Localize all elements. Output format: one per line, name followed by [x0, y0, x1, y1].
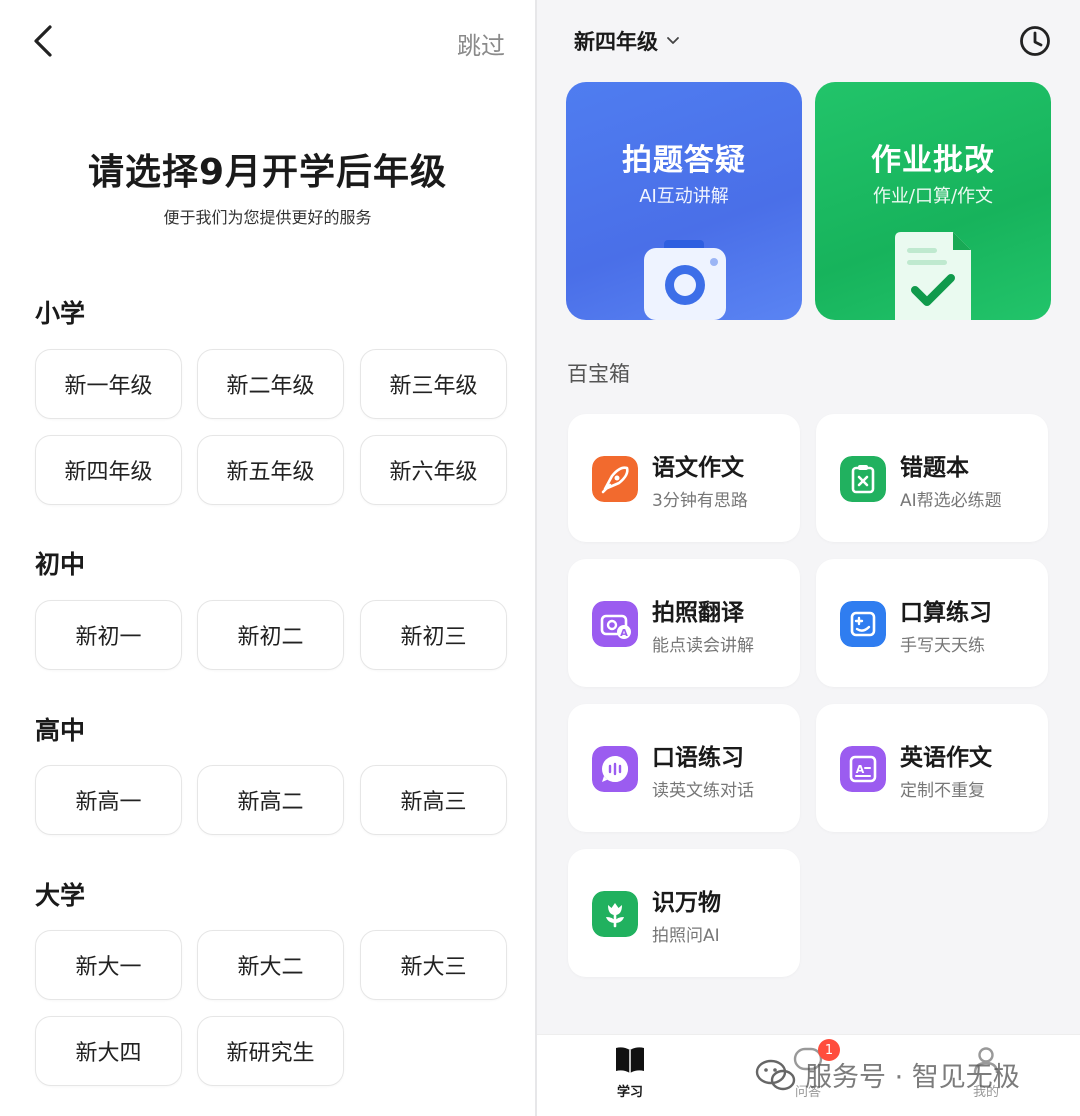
tool-title: 语文作文	[652, 455, 744, 481]
book-icon	[616, 1047, 644, 1073]
tool-subtitle: 定制不重复	[900, 781, 985, 801]
grade-option[interactable]: 新高三	[360, 765, 507, 835]
tool-title: 口算练习	[900, 600, 992, 626]
document-check-icon	[895, 232, 971, 320]
grade-option[interactable]: 新大一	[35, 930, 182, 1000]
grade-option[interactable]: 新初二	[197, 600, 344, 670]
grade-dropdown-label: 新四年级	[574, 30, 658, 54]
tool-mental-math[interactable]: 口算练习 手写天天练	[816, 559, 1048, 687]
photo-question-card[interactable]: 拍题答疑 AI互动讲解	[566, 82, 802, 320]
tool-subtitle: AI帮选必练题	[900, 491, 1002, 511]
tool-chinese-essay[interactable]: 语文作文 3分钟有思路	[568, 414, 800, 542]
grade-option[interactable]: 新一年级	[35, 349, 182, 419]
speech-bubble-icon	[592, 746, 638, 792]
tool-oral-english[interactable]: 口语练习 读英文练对话	[568, 704, 800, 832]
toolbox-heading: 百宝箱	[567, 362, 630, 386]
tool-title: 英语作文	[900, 745, 992, 771]
tool-english-essay[interactable]: A 英语作文 定制不重复	[816, 704, 1048, 832]
grade-option[interactable]: 新大二	[197, 930, 344, 1000]
watermark: 服务号 · 智见无极	[755, 1055, 1020, 1094]
chevron-down-icon	[667, 37, 679, 44]
page-title: 请选择9月开学后年级	[87, 152, 448, 193]
grade-option[interactable]: 新研究生	[197, 1016, 344, 1086]
skip-button[interactable]: 跳过	[457, 26, 505, 61]
tool-title: 拍照翻译	[652, 600, 744, 626]
grade-option[interactable]: 新高二	[197, 765, 344, 835]
card-subtitle: 作业/口算/作文	[872, 186, 994, 207]
camera-translate-icon: A	[592, 601, 638, 647]
homework-correct-card[interactable]: 作业批改 作业/口算/作文	[815, 82, 1051, 320]
camera-icon	[644, 240, 726, 320]
grade-option[interactable]: 新初一	[35, 600, 182, 670]
study-home-screen: 新四年级 拍题答疑 AI互动讲解 作业批改 作业/口算/作文 百宝箱 语文作文 …	[537, 0, 1080, 1116]
grade-option[interactable]: 新高一	[35, 765, 182, 835]
grade-option[interactable]: 新大三	[360, 930, 507, 1000]
card-title: 拍题答疑	[622, 143, 746, 178]
page-subtitle: 便于我们为您提供更好的服务	[163, 208, 372, 227]
grade-option[interactable]: 新初三	[360, 600, 507, 670]
section-high: 高中	[35, 716, 86, 745]
svg-text:A: A	[620, 628, 628, 639]
section-middle: 初中	[35, 550, 86, 579]
grade-dropdown[interactable]: 新四年级	[574, 26, 680, 56]
card-title: 作业批改	[871, 143, 995, 178]
back-arrow-icon[interactable]	[30, 24, 58, 58]
pen-icon	[592, 456, 638, 502]
tool-subtitle: 拍照问AI	[652, 926, 720, 946]
history-clock-icon[interactable]	[1018, 24, 1052, 58]
tab-study-label: 学习	[616, 1085, 643, 1100]
tool-subtitle: 读英文练对话	[652, 781, 754, 801]
tab-study[interactable]: 学习	[590, 1045, 670, 1100]
tool-subtitle: 能点读会讲解	[652, 636, 754, 656]
tool-title: 错题本	[900, 455, 969, 481]
grade-option[interactable]: 新五年级	[197, 435, 344, 505]
tool-title: 识万物	[652, 890, 721, 916]
tool-photo-translate[interactable]: A 拍照翻译 能点读会讲解	[568, 559, 800, 687]
grade-option[interactable]: 新六年级	[360, 435, 507, 505]
wechat-icon	[755, 1059, 796, 1090]
tool-subtitle: 手写天天练	[900, 636, 985, 656]
card-subtitle: AI互动讲解	[639, 186, 729, 207]
flower-icon	[592, 891, 638, 937]
tool-wrong-questions[interactable]: 错题本 AI帮选必练题	[816, 414, 1048, 542]
section-university: 大学	[35, 881, 86, 910]
clipboard-x-icon	[840, 456, 886, 502]
section-primary: 小学	[35, 299, 86, 328]
svg-text:A: A	[856, 763, 865, 776]
tool-title: 口语练习	[652, 745, 744, 771]
calculator-icon	[840, 601, 886, 647]
grade-option[interactable]: 新二年级	[197, 349, 344, 419]
tool-identify-things[interactable]: 识万物 拍照问AI	[568, 849, 800, 977]
english-doc-icon: A	[840, 746, 886, 792]
grade-selection-screen: 跳过 请选择9月开学后年级 便于我们为您提供更好的服务 小学 新一年级 新二年级…	[0, 0, 535, 1116]
grade-option[interactable]: 新三年级	[360, 349, 507, 419]
watermark-text: 服务号 · 智见无极	[805, 1062, 1020, 1093]
grade-option[interactable]: 新四年级	[35, 435, 182, 505]
tool-subtitle: 3分钟有思路	[652, 491, 748, 511]
grade-option[interactable]: 新大四	[35, 1016, 182, 1086]
